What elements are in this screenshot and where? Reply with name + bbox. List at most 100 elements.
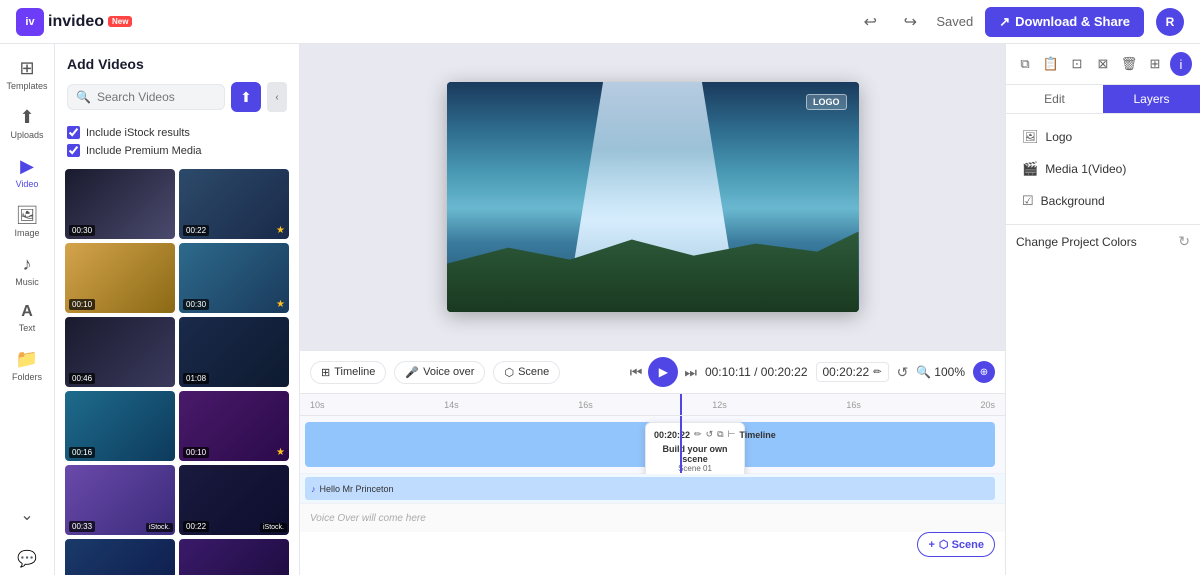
scene-overlay-time: 00:20:22 — [654, 430, 690, 440]
sidebar-item-folders[interactable]: 📁 Folders — [3, 343, 51, 388]
upload-button[interactable]: ⬆ — [231, 82, 261, 112]
audio-title: Hello Mr Princeton — [320, 484, 394, 494]
timeline-controls: ⊞ Timeline 🎤 Voice over ⬡ Scene ⏮ ▶ ⏭ — [300, 351, 1005, 394]
user-avatar[interactable]: R — [1156, 8, 1184, 36]
video-label: Video — [16, 179, 39, 189]
sidebar-chat-button[interactable]: 💬 — [3, 543, 51, 575]
istock-badge: iStock. — [146, 523, 173, 532]
chat-icon: 💬 — [17, 549, 37, 569]
change-colors-label: Change Project Colors — [1016, 235, 1137, 249]
expand-button[interactable]: ⊕ — [973, 361, 995, 383]
download-label: Download & Share — [1015, 14, 1130, 29]
chevron-down-icon: ⌄ — [20, 505, 33, 525]
undo-button[interactable]: ↩ — [856, 8, 884, 36]
sidebar-item-video[interactable]: ▶ Video — [3, 150, 51, 195]
logo-layer-icon: 🖼 — [1022, 129, 1039, 145]
layer-item-background[interactable]: ☑ Background — [1014, 186, 1192, 216]
tab-layers[interactable]: Layers — [1103, 85, 1200, 113]
list-item[interactable]: 00:10★ — [179, 391, 289, 461]
collapse-panel-button[interactable]: ‹ — [267, 82, 287, 112]
layers-list: 🖼 Logo 🎬 Media 1(Video) ☑ Background — [1006, 114, 1200, 224]
premium-checkbox-row[interactable]: Include Premium Media — [67, 144, 287, 157]
voiceover-placeholder: Voice Over will come here — [310, 513, 426, 524]
layer-item-media[interactable]: 🎬 Media 1(Video) — [1014, 154, 1192, 184]
tab-edit[interactable]: Edit — [1006, 85, 1103, 113]
add-scene-button[interactable]: + Layers ⬡ Scene — [917, 532, 995, 557]
thumb-duration: 00:10 — [69, 299, 95, 310]
sidebar-item-text[interactable]: A Text — [3, 297, 51, 339]
ruler-mark: 16s — [846, 400, 861, 410]
istock-checkbox[interactable] — [67, 126, 80, 139]
change-colors-row[interactable]: Change Project Colors ↻ — [1006, 224, 1200, 258]
ruler-mark: 16s — [578, 400, 593, 410]
time-box-value: 00:20:22 — [823, 365, 870, 379]
ruler-mark: 10s — [310, 400, 325, 410]
sidebar-item-music[interactable]: ♪ Music — [3, 248, 51, 293]
audio-block[interactable]: ♪ Hello Mr Princeton — [305, 477, 995, 500]
scene-track: 00:20:22 ✏ ↺ ⧉ ⊢ Timeline Build your own… — [300, 416, 1005, 474]
copy-button[interactable]: ⧉ — [1014, 52, 1036, 76]
star-icon: ★ — [276, 225, 285, 236]
image-icon: 🖼 — [16, 205, 39, 226]
list-item[interactable]: 00:10 — [65, 243, 175, 313]
search-input[interactable] — [97, 90, 216, 104]
sidebar-item-image[interactable]: 🖼 Image — [3, 199, 51, 244]
premium-checkbox[interactable] — [67, 144, 80, 157]
info-button[interactable]: i — [1170, 52, 1192, 76]
zoom-control: 🔍 100% — [916, 365, 965, 379]
copy-small-icon: ⧉ — [717, 429, 723, 440]
resize-button[interactable]: ⊡ — [1066, 52, 1088, 76]
header: iv invideo New ↩ ↪ Saved ↗ Download & Sh… — [0, 0, 1200, 44]
scene-build-label: Build your own scene — [654, 444, 736, 464]
layer-item-logo[interactable]: 🖼 Logo — [1014, 122, 1192, 152]
scene-button[interactable]: ⬡ Scene — [493, 361, 560, 384]
templates-icon: ⊞ — [19, 58, 34, 79]
play-button[interactable]: ▶ — [648, 357, 678, 387]
list-item[interactable]: 01:08 — [179, 317, 289, 387]
sidebar-item-templates[interactable]: ⊞ Templates — [3, 52, 51, 97]
search-icon: 🔍 — [76, 90, 91, 104]
list-item[interactable]: 00:22 ★ — [179, 169, 289, 239]
audio-track: ♪ Hello Mr Princeton — [300, 474, 1005, 504]
search-box[interactable]: 🔍 — [67, 84, 225, 110]
star-icon: ★ — [276, 299, 285, 310]
list-item[interactable]: 01:09 — [65, 539, 175, 575]
voiceover-button[interactable]: 🎤 Voice over — [394, 361, 485, 384]
loop-button[interactable]: ↺ — [897, 364, 909, 381]
list-item[interactable]: 00:16 — [65, 391, 175, 461]
skip-back-button[interactable]: ⏮ — [630, 364, 643, 381]
background-layer-icon: ☑ — [1022, 193, 1034, 209]
delete-button[interactable]: 🗑 — [1118, 52, 1140, 76]
list-item[interactable]: 00:46 — [65, 317, 175, 387]
folders-icon: 📁 — [16, 349, 38, 370]
timeline-button[interactable]: ⊞ Timeline — [310, 361, 386, 384]
grid-button[interactable]: ⊞ — [1144, 52, 1166, 76]
thumb-duration: 00:22 — [183, 225, 209, 236]
logo-icon: iv — [16, 8, 44, 36]
paste-button[interactable]: 📋 — [1040, 52, 1062, 76]
sidebar-more-button[interactable]: ⌄ — [3, 499, 51, 531]
istock-checkbox-row[interactable]: Include iStock results — [67, 126, 287, 139]
time-box[interactable]: 00:20:22 ✏ — [816, 362, 889, 382]
download-icon: ↗ — [999, 14, 1010, 30]
audio-note-icon: ♪ — [311, 484, 316, 494]
sidebar-item-uploads[interactable]: ⬆ Uploads — [3, 101, 51, 146]
list-item[interactable]: 00:30★ — [179, 243, 289, 313]
list-item[interactable]: 00:22iStock. — [179, 465, 289, 535]
list-item[interactable]: 00:30 — [65, 169, 175, 239]
chevron-right-icon: ↻ — [1178, 233, 1190, 250]
playhead-ruler — [680, 394, 682, 415]
logo-badge: LOGO — [806, 94, 847, 110]
list-item[interactable]: 00:15 — [179, 539, 289, 575]
ruler-mark: 14s — [444, 400, 459, 410]
crop-button[interactable]: ⊠ — [1092, 52, 1114, 76]
video-grid: 00:30 00:22 ★ 00:10 00:30★ 00:46 01:08 00… — [55, 165, 299, 575]
redo-button[interactable]: ↪ — [896, 8, 924, 36]
download-share-button[interactable]: ↗ Download & Share — [985, 7, 1144, 37]
logo-layer-name: Logo — [1046, 130, 1073, 144]
skip-forward-button[interactable]: ⏭ — [684, 364, 697, 381]
right-toolbar: ⧉ 📋 ⊡ ⊠ 🗑 ⊞ i — [1006, 44, 1200, 85]
canvas-area: LOGO ⊞ Timeline 🎤 Voice over ⬡ Scene — [300, 44, 1005, 575]
canvas-wrapper: LOGO — [300, 44, 1005, 350]
list-item[interactable]: 00:33iStock. — [65, 465, 175, 535]
